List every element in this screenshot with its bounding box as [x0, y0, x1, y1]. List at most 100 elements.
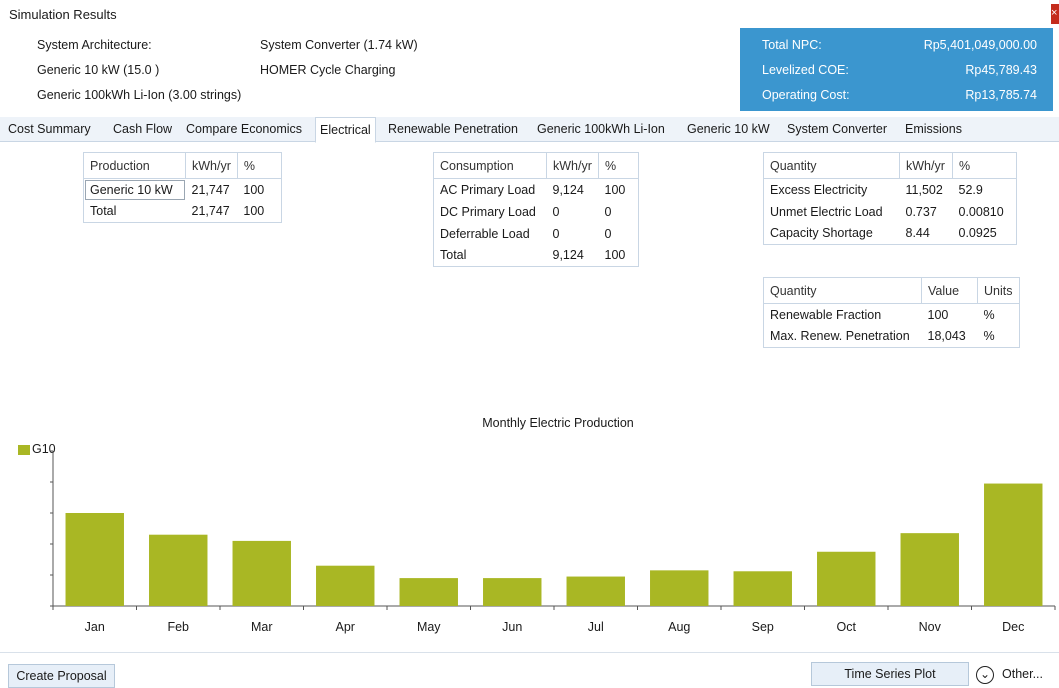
- table-row: Capacity Shortage 8.44 0.0925: [764, 223, 1017, 245]
- column-header[interactable]: Consumption: [433, 152, 547, 179]
- table-cell: 0: [552, 204, 560, 219]
- tab-generic-10-kw[interactable]: Generic 10 kW: [683, 117, 774, 142]
- table-cell: Total: [90, 204, 117, 219]
- tab-emissions[interactable]: Emissions: [901, 117, 966, 142]
- table-row: Unmet Electric Load 0.737 0.00810: [764, 201, 1017, 223]
- table-cell: Unmet Electric Load: [770, 204, 883, 219]
- tab-generic-100kwh-li-ion[interactable]: Generic 100kWh Li-Ion: [533, 117, 669, 142]
- summary-label: Total NPC:: [762, 38, 822, 52]
- bar-oct: [817, 551, 876, 606]
- summary-value: Rp13,785.74: [965, 88, 1037, 102]
- production-table: Production kWh/yr % Generic 10 kW 21,747…: [83, 152, 282, 223]
- tab-bar: Cost Summary Cash Flow Compare Economics…: [0, 117, 1059, 143]
- table-cell: 100: [604, 182, 626, 197]
- table-row: AC Primary Load 9,124 100: [434, 179, 639, 201]
- tab-compare-economics[interactable]: Compare Economics: [182, 117, 306, 142]
- summary-label: Levelized COE:: [762, 63, 849, 77]
- table-row: Total 9,124 100: [434, 245, 639, 267]
- chart-title: Monthly Electric Production: [482, 416, 634, 430]
- window-title: Simulation Results: [9, 7, 117, 22]
- bar-apr: [316, 565, 375, 606]
- bar-feb: [149, 534, 208, 606]
- table-cell: AC Primary Load: [440, 182, 536, 197]
- table-cell: 0.737: [905, 204, 937, 219]
- tab-electrical[interactable]: Electrical: [315, 117, 376, 143]
- create-proposal-button[interactable]: Create Proposal: [8, 664, 115, 688]
- column-header[interactable]: Production: [83, 152, 186, 179]
- table-cell: 11,502: [905, 182, 943, 197]
- chevron-down-icon: ⌄: [976, 666, 994, 684]
- x-tick-label: Feb: [167, 620, 189, 634]
- table-header-row: Quantity Value Units: [763, 277, 1020, 304]
- column-header[interactable]: Quantity: [763, 152, 900, 179]
- summary-row: Total NPC: Rp5,401,049,000.00: [740, 38, 1053, 58]
- x-tick-label: Oct: [837, 620, 857, 634]
- column-header[interactable]: %: [237, 152, 282, 179]
- tab-cash-flow[interactable]: Cash Flow: [109, 117, 176, 142]
- table-cell[interactable]: Generic 10 kW: [84, 179, 186, 201]
- table-cell: 9,124: [552, 182, 584, 197]
- close-button[interactable]: ×: [1051, 4, 1059, 24]
- table-cell: %: [983, 329, 995, 344]
- table-cell: 0.0925: [958, 226, 997, 241]
- quantity-renewable-table: Quantity Value Units Renewable Fraction …: [763, 277, 1020, 348]
- x-tick-label: Jan: [85, 620, 105, 634]
- table-cell: 9,124: [552, 248, 584, 263]
- tab-system-converter[interactable]: System Converter: [783, 117, 891, 142]
- table-cell: 18,043: [927, 329, 966, 344]
- summary-row: Levelized COE: Rp45,789.43: [740, 63, 1053, 83]
- x-tick-label: Jul: [588, 620, 604, 634]
- table-cell: DC Primary Load: [440, 204, 536, 219]
- column-header[interactable]: kWh/yr: [899, 152, 953, 179]
- x-tick-label: Apr: [336, 620, 355, 634]
- time-series-plot-button[interactable]: Time Series Plot: [811, 662, 969, 686]
- monthly-production-chart: 012345MWhJanFebMarAprMayJunJulAugSepOctN…: [50, 450, 1056, 634]
- summary-value: Rp5,401,049,000.00: [923, 38, 1037, 52]
- legend-swatch: [18, 445, 30, 455]
- table-row: Deferrable Load 0 0: [434, 223, 639, 245]
- table-cell: 8.44: [905, 226, 930, 241]
- column-header[interactable]: Quantity: [763, 277, 922, 304]
- bar-jan: [65, 513, 124, 606]
- summary-row: Operating Cost: Rp13,785.74: [740, 88, 1053, 108]
- table-cell: 0.00810: [958, 204, 1004, 219]
- table-row: Total 21,747 100: [84, 201, 282, 223]
- column-header[interactable]: kWh/yr: [546, 152, 599, 179]
- bar-may: [399, 578, 458, 606]
- summary-label: Operating Cost:: [762, 88, 850, 102]
- bar-mar: [232, 540, 291, 606]
- table-cell: 0: [604, 204, 612, 219]
- x-tick-label: Mar: [251, 620, 273, 634]
- table-cell: 100: [243, 182, 265, 197]
- bar-sep: [733, 571, 792, 606]
- column-header[interactable]: Value: [921, 277, 978, 304]
- tab-cost-summary[interactable]: Cost Summary: [4, 117, 95, 142]
- other-label: Other...: [1002, 667, 1043, 681]
- table-row: Generic 10 kW 21,747 100: [84, 179, 282, 201]
- bar-dec: [984, 483, 1043, 606]
- architecture-item: Generic 100kWh Li-Ion (3.00 strings): [37, 88, 242, 102]
- x-tick-label: Jun: [502, 620, 522, 634]
- summary-panel: Total NPC: Rp5,401,049,000.00 Levelized …: [740, 28, 1053, 111]
- architecture-item: HOMER Cycle Charging: [260, 63, 396, 77]
- column-header[interactable]: %: [598, 152, 639, 179]
- column-header[interactable]: kWh/yr: [185, 152, 238, 179]
- architecture-item: Generic 10 kW (15.0 ): [37, 63, 160, 77]
- table-header-row: Production kWh/yr %: [83, 152, 282, 179]
- quantity-energy-table: Quantity kWh/yr % Excess Electricity 11,…: [763, 152, 1017, 245]
- table-cell: Capacity Shortage: [770, 226, 873, 241]
- architecture-label: System Architecture:: [37, 38, 152, 52]
- divider: [0, 652, 1059, 653]
- table-header-row: Quantity kWh/yr %: [763, 152, 1017, 179]
- table-cell: Excess Electricity: [770, 182, 868, 197]
- table-cell: 52.9: [958, 182, 983, 197]
- x-tick-label: Sep: [752, 620, 774, 634]
- tab-renewable-penetration[interactable]: Renewable Penetration: [384, 117, 522, 142]
- consumption-table: Consumption kWh/yr % AC Primary Load 9,1…: [433, 152, 639, 267]
- column-header[interactable]: Units: [977, 277, 1020, 304]
- table-row: Renewable Fraction 100 %: [764, 304, 1020, 326]
- table-cell: Renewable Fraction: [770, 307, 882, 322]
- table-cell: %: [983, 307, 995, 322]
- column-header[interactable]: %: [952, 152, 1017, 179]
- table-cell: Total: [440, 248, 467, 263]
